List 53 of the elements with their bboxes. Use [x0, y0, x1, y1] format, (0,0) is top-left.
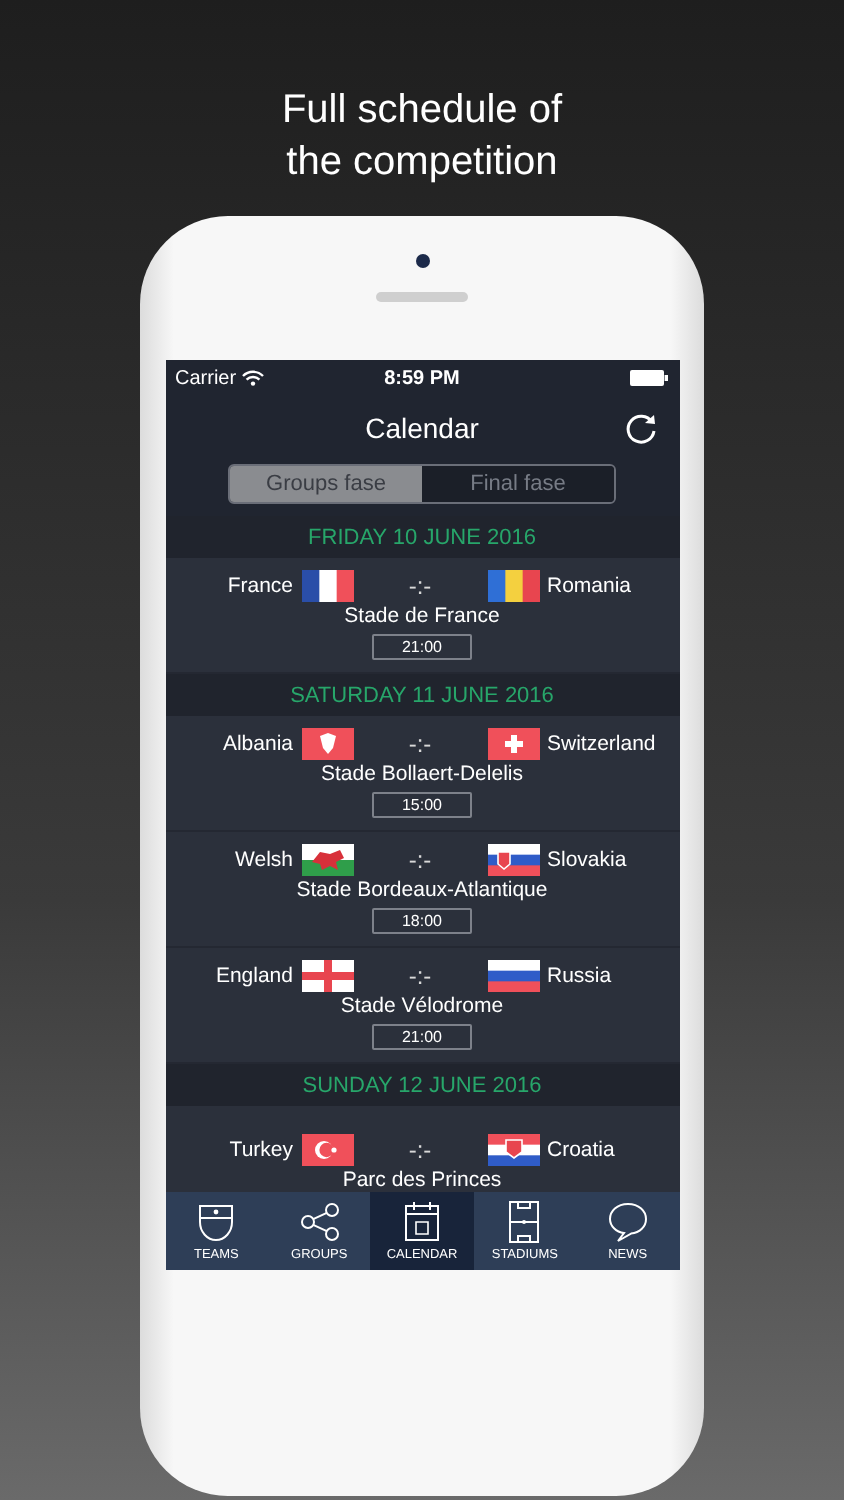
kickoff-time: 15:00: [372, 792, 472, 818]
speaker-icon: [376, 292, 468, 302]
chat-bubble-icon: [605, 1200, 650, 1244]
match-row[interactable]: Welsh -:- Slovakia Stade Bordeaux-Atlantique 18:00: [165, 832, 679, 948]
stadium-name: Stade de France: [344, 604, 500, 628]
segment-tab[interactable]: Final fase: [422, 466, 614, 502]
wifi-icon: [242, 370, 265, 386]
flag-icon: [487, 728, 539, 760]
match-score: -:-: [406, 1136, 434, 1164]
kickoff-time: 21:00: [372, 634, 472, 660]
team-name: Croatia: [547, 1138, 617, 1162]
flag-icon: [487, 1134, 539, 1166]
flag-icon: [301, 1134, 353, 1166]
carrier-label: Carrier: [175, 367, 237, 389]
shield-icon: [194, 1200, 239, 1244]
team-name: Switzerland: [547, 732, 658, 756]
team-name: Romania: [547, 574, 634, 598]
camera-icon: [416, 254, 430, 268]
refresh-icon[interactable]: [623, 412, 657, 446]
battery-icon: [630, 370, 669, 386]
share-icon: [297, 1200, 342, 1244]
flag-icon: [487, 570, 539, 602]
team-name: France: [225, 574, 293, 598]
match-row[interactable]: France -:- Romania Stade de France 21:00: [165, 558, 679, 674]
team-name: Russia: [547, 964, 614, 988]
team-name: Welsh: [233, 848, 293, 872]
status-time: 8:59 PM: [384, 367, 460, 389]
stadium-name: Stade Bordeaux-Atlantique: [296, 878, 548, 902]
stadium-name: Stade Bollaert-Delelis: [321, 762, 523, 786]
stadium-name: Parc des Princes: [342, 1168, 502, 1192]
match-score: -:-: [406, 730, 434, 758]
match-row[interactable]: Albania -:- Switzerland Stade Bollaert-Delelis 15:00: [165, 716, 679, 832]
team-name: Turkey: [227, 1138, 293, 1162]
flag-icon: [301, 570, 353, 602]
match-score: -:-: [406, 846, 434, 874]
kickoff-time: 18:00: [372, 908, 472, 934]
flag-icon: [301, 728, 353, 760]
flag-icon: [487, 844, 539, 876]
flag-icon: [301, 960, 353, 992]
headline: Full schedule of the competition: [279, 86, 565, 188]
stadium-name: Stade Vélodrome: [340, 994, 504, 1018]
flag-icon: [487, 960, 539, 992]
team-name: England: [213, 964, 293, 988]
calendar-icon: [400, 1200, 445, 1244]
kickoff-time: 21:00: [372, 1024, 472, 1050]
match-score: -:-: [406, 962, 434, 990]
match-row[interactable]: England -:- Russia Stade Vélodrome 21:00: [165, 948, 679, 1064]
match-score: -:-: [406, 572, 434, 600]
team-name: Slovakia: [547, 848, 629, 872]
match-row[interactable]: Turkey -:- Croatia Parc des Princes: [165, 1106, 679, 1192]
flag-icon: [301, 844, 353, 876]
screen-title: Calendar: [365, 412, 479, 444]
team-name: Albania: [220, 732, 293, 756]
